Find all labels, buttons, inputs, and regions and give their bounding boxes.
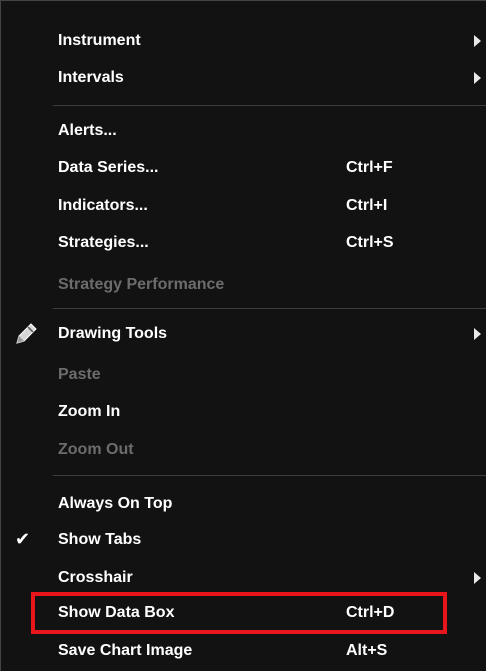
menu-item-label: Indicators... <box>58 197 148 214</box>
menu-item-zoom-in[interactable]: Zoom In <box>1 394 486 430</box>
menu-item-always-on-top[interactable]: Always On Top <box>1 486 486 522</box>
menu-item-instrument[interactable]: Instrument <box>1 23 486 59</box>
menu-item-paste: Paste <box>1 357 486 393</box>
menu-item-label: Strategy Performance <box>58 276 225 293</box>
submenu-arrow-icon <box>474 35 481 47</box>
menu-item-indicators[interactable]: Indicators... Ctrl+I <box>1 188 486 224</box>
menu-item-label: Zoom Out <box>58 441 134 458</box>
menu-item-label: Data Series... <box>58 159 159 176</box>
menu-item-intervals[interactable]: Intervals <box>1 60 486 96</box>
menu-item-data-series[interactable]: Data Series... Ctrl+F <box>1 150 486 186</box>
menu-item-crosshair[interactable]: Crosshair <box>1 560 486 596</box>
menu-item-shortcut: Alt+S <box>346 642 388 659</box>
menu-item-label: Crosshair <box>58 569 133 586</box>
menu-item-label: Zoom In <box>58 403 121 420</box>
pencil-icon <box>16 323 37 344</box>
menu-item-label: Intervals <box>58 69 124 86</box>
menu-item-label: Save Chart Image <box>58 642 193 659</box>
submenu-arrow-icon <box>474 72 481 84</box>
submenu-arrow-icon <box>474 572 481 584</box>
menu-item-alerts[interactable]: Alerts... <box>1 113 486 149</box>
menu-item-shortcut: Ctrl+I <box>346 197 388 214</box>
checkmark-icon: ✔ <box>15 529 31 550</box>
menu-item-zoom-out: Zoom Out <box>1 432 486 468</box>
menu-item-strategy-performance: Strategy Performance <box>1 267 486 303</box>
highlight-box <box>31 592 447 634</box>
menu-item-label: Drawing Tools <box>58 325 168 342</box>
menu-item-label: Show Tabs <box>58 531 142 548</box>
menu-item-shortcut: Ctrl+S <box>346 234 394 251</box>
menu-item-label: Always On Top <box>58 495 173 512</box>
context-menu: Instrument Intervals Alerts... Data Seri… <box>0 0 486 671</box>
menu-item-drawing-tools[interactable]: Drawing Tools <box>1 316 486 352</box>
submenu-arrow-icon <box>474 328 481 340</box>
menu-separator <box>53 475 486 476</box>
menu-separator <box>53 308 486 309</box>
menu-item-label: Alerts... <box>58 122 117 139</box>
menu-separator <box>53 105 486 106</box>
menu-item-label: Paste <box>58 366 101 383</box>
menu-item-show-tabs[interactable]: ✔ Show Tabs <box>1 522 486 558</box>
menu-item-label: Strategies... <box>58 234 149 251</box>
menu-item-label: Instrument <box>58 32 141 49</box>
menu-item-strategies[interactable]: Strategies... Ctrl+S <box>1 225 486 261</box>
menu-item-shortcut: Ctrl+F <box>346 159 393 176</box>
menu-item-save-chart-image[interactable]: Save Chart Image Alt+S <box>1 633 486 669</box>
